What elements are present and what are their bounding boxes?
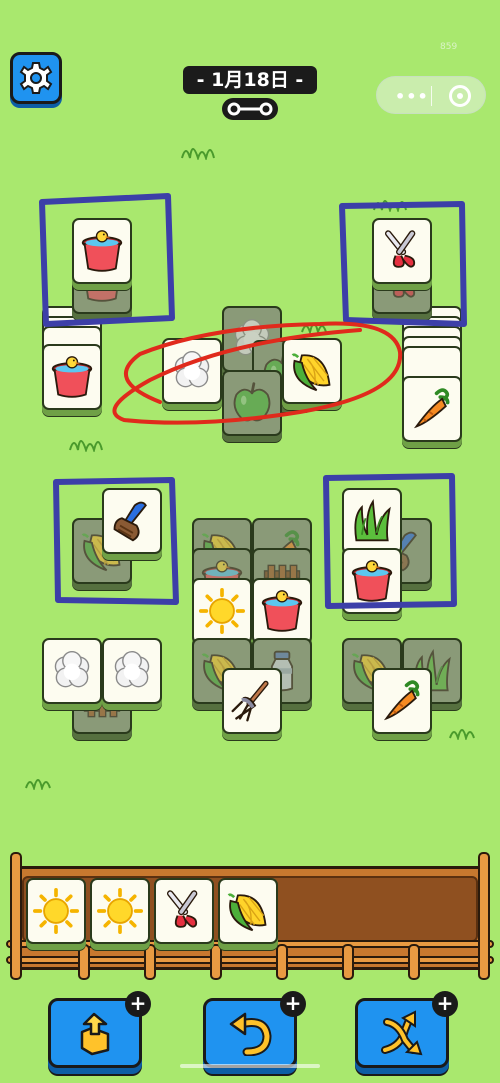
- board-tile: [222, 370, 282, 436]
- chick-bucket-icon: [49, 354, 95, 400]
- fence-post: [10, 852, 22, 980]
- pitchfork-icon: [229, 678, 275, 724]
- corn-icon: [225, 888, 271, 934]
- grass-tuft-icon: [301, 323, 327, 334]
- board-tile[interactable]: [162, 338, 222, 404]
- board-tile[interactable]: [72, 218, 132, 284]
- fence-post: [210, 944, 222, 980]
- add-badge[interactable]: +: [280, 991, 306, 1017]
- grass-tuft-icon: [25, 779, 51, 790]
- fence-post: [144, 944, 156, 980]
- board-tile[interactable]: [402, 376, 462, 442]
- apple-icon: [229, 380, 275, 426]
- board-tile[interactable]: [222, 668, 282, 734]
- more-dots-icon[interactable]: •••: [395, 87, 429, 106]
- capsule-divider: [431, 86, 432, 106]
- date-label: - 1月18日 -: [183, 66, 317, 94]
- board-tile[interactable]: [42, 344, 102, 410]
- gear-icon: [19, 62, 53, 94]
- add-badge[interactable]: +: [432, 991, 458, 1017]
- board-tile[interactable]: [252, 578, 312, 644]
- box-out-icon: [80, 1012, 110, 1056]
- grass-tuft-icon: [449, 729, 475, 740]
- board-tile[interactable]: [282, 338, 342, 404]
- fence-post: [342, 944, 354, 980]
- shears-icon: [161, 888, 207, 934]
- board-tile[interactable]: [102, 638, 162, 704]
- sun-icon: [33, 888, 79, 934]
- home-indicator: [180, 1064, 320, 1068]
- board-tile[interactable]: [342, 548, 402, 614]
- slot-tile: [218, 878, 278, 944]
- slot-tile: [90, 878, 150, 944]
- cotton-icon: [109, 648, 155, 694]
- fence-post: [78, 944, 90, 980]
- cotton-icon: [169, 348, 215, 394]
- grass-tuft-icon: [373, 200, 407, 212]
- board-tile[interactable]: [192, 578, 252, 644]
- chick-bucket-icon: [259, 588, 305, 634]
- chick-bucket-icon: [79, 228, 125, 274]
- settings-button[interactable]: [10, 52, 62, 104]
- undo-button[interactable]: +: [203, 991, 306, 1068]
- slot-tile: [154, 878, 214, 944]
- corn-icon: [289, 348, 335, 394]
- grass-tuft-icon: [181, 148, 215, 160]
- add-badge[interactable]: +: [125, 991, 151, 1017]
- shuffle-icon: [381, 1010, 423, 1056]
- sun-icon: [97, 888, 143, 934]
- grass-tuft-icon: [69, 440, 103, 452]
- fence-post: [478, 852, 490, 980]
- mini-program-capsule: •••: [376, 76, 486, 114]
- key-icon: [222, 98, 278, 120]
- shuffle-button[interactable]: +: [355, 991, 458, 1068]
- shears-icon: [379, 228, 425, 274]
- fence-post: [408, 944, 420, 980]
- fps-counter: 859: [440, 42, 458, 52]
- sun-icon: [199, 588, 245, 634]
- carrot-icon: [379, 678, 425, 724]
- fence-post: [276, 944, 288, 980]
- cotton-icon: [49, 648, 95, 694]
- grass-icon: [349, 498, 395, 544]
- board-tile[interactable]: [342, 488, 402, 554]
- brush-icon: [109, 498, 155, 544]
- undo-arrow-icon: [229, 1012, 272, 1056]
- board-tile[interactable]: [102, 488, 162, 554]
- board-tile[interactable]: [372, 218, 432, 284]
- board-tile[interactable]: [372, 668, 432, 734]
- slot-tile: [26, 878, 86, 944]
- carrot-icon: [409, 386, 455, 432]
- chick-bucket-icon: [349, 558, 395, 604]
- board-tile[interactable]: [42, 638, 102, 704]
- target-close-icon[interactable]: [449, 85, 471, 107]
- move-out-button[interactable]: +: [48, 991, 151, 1068]
